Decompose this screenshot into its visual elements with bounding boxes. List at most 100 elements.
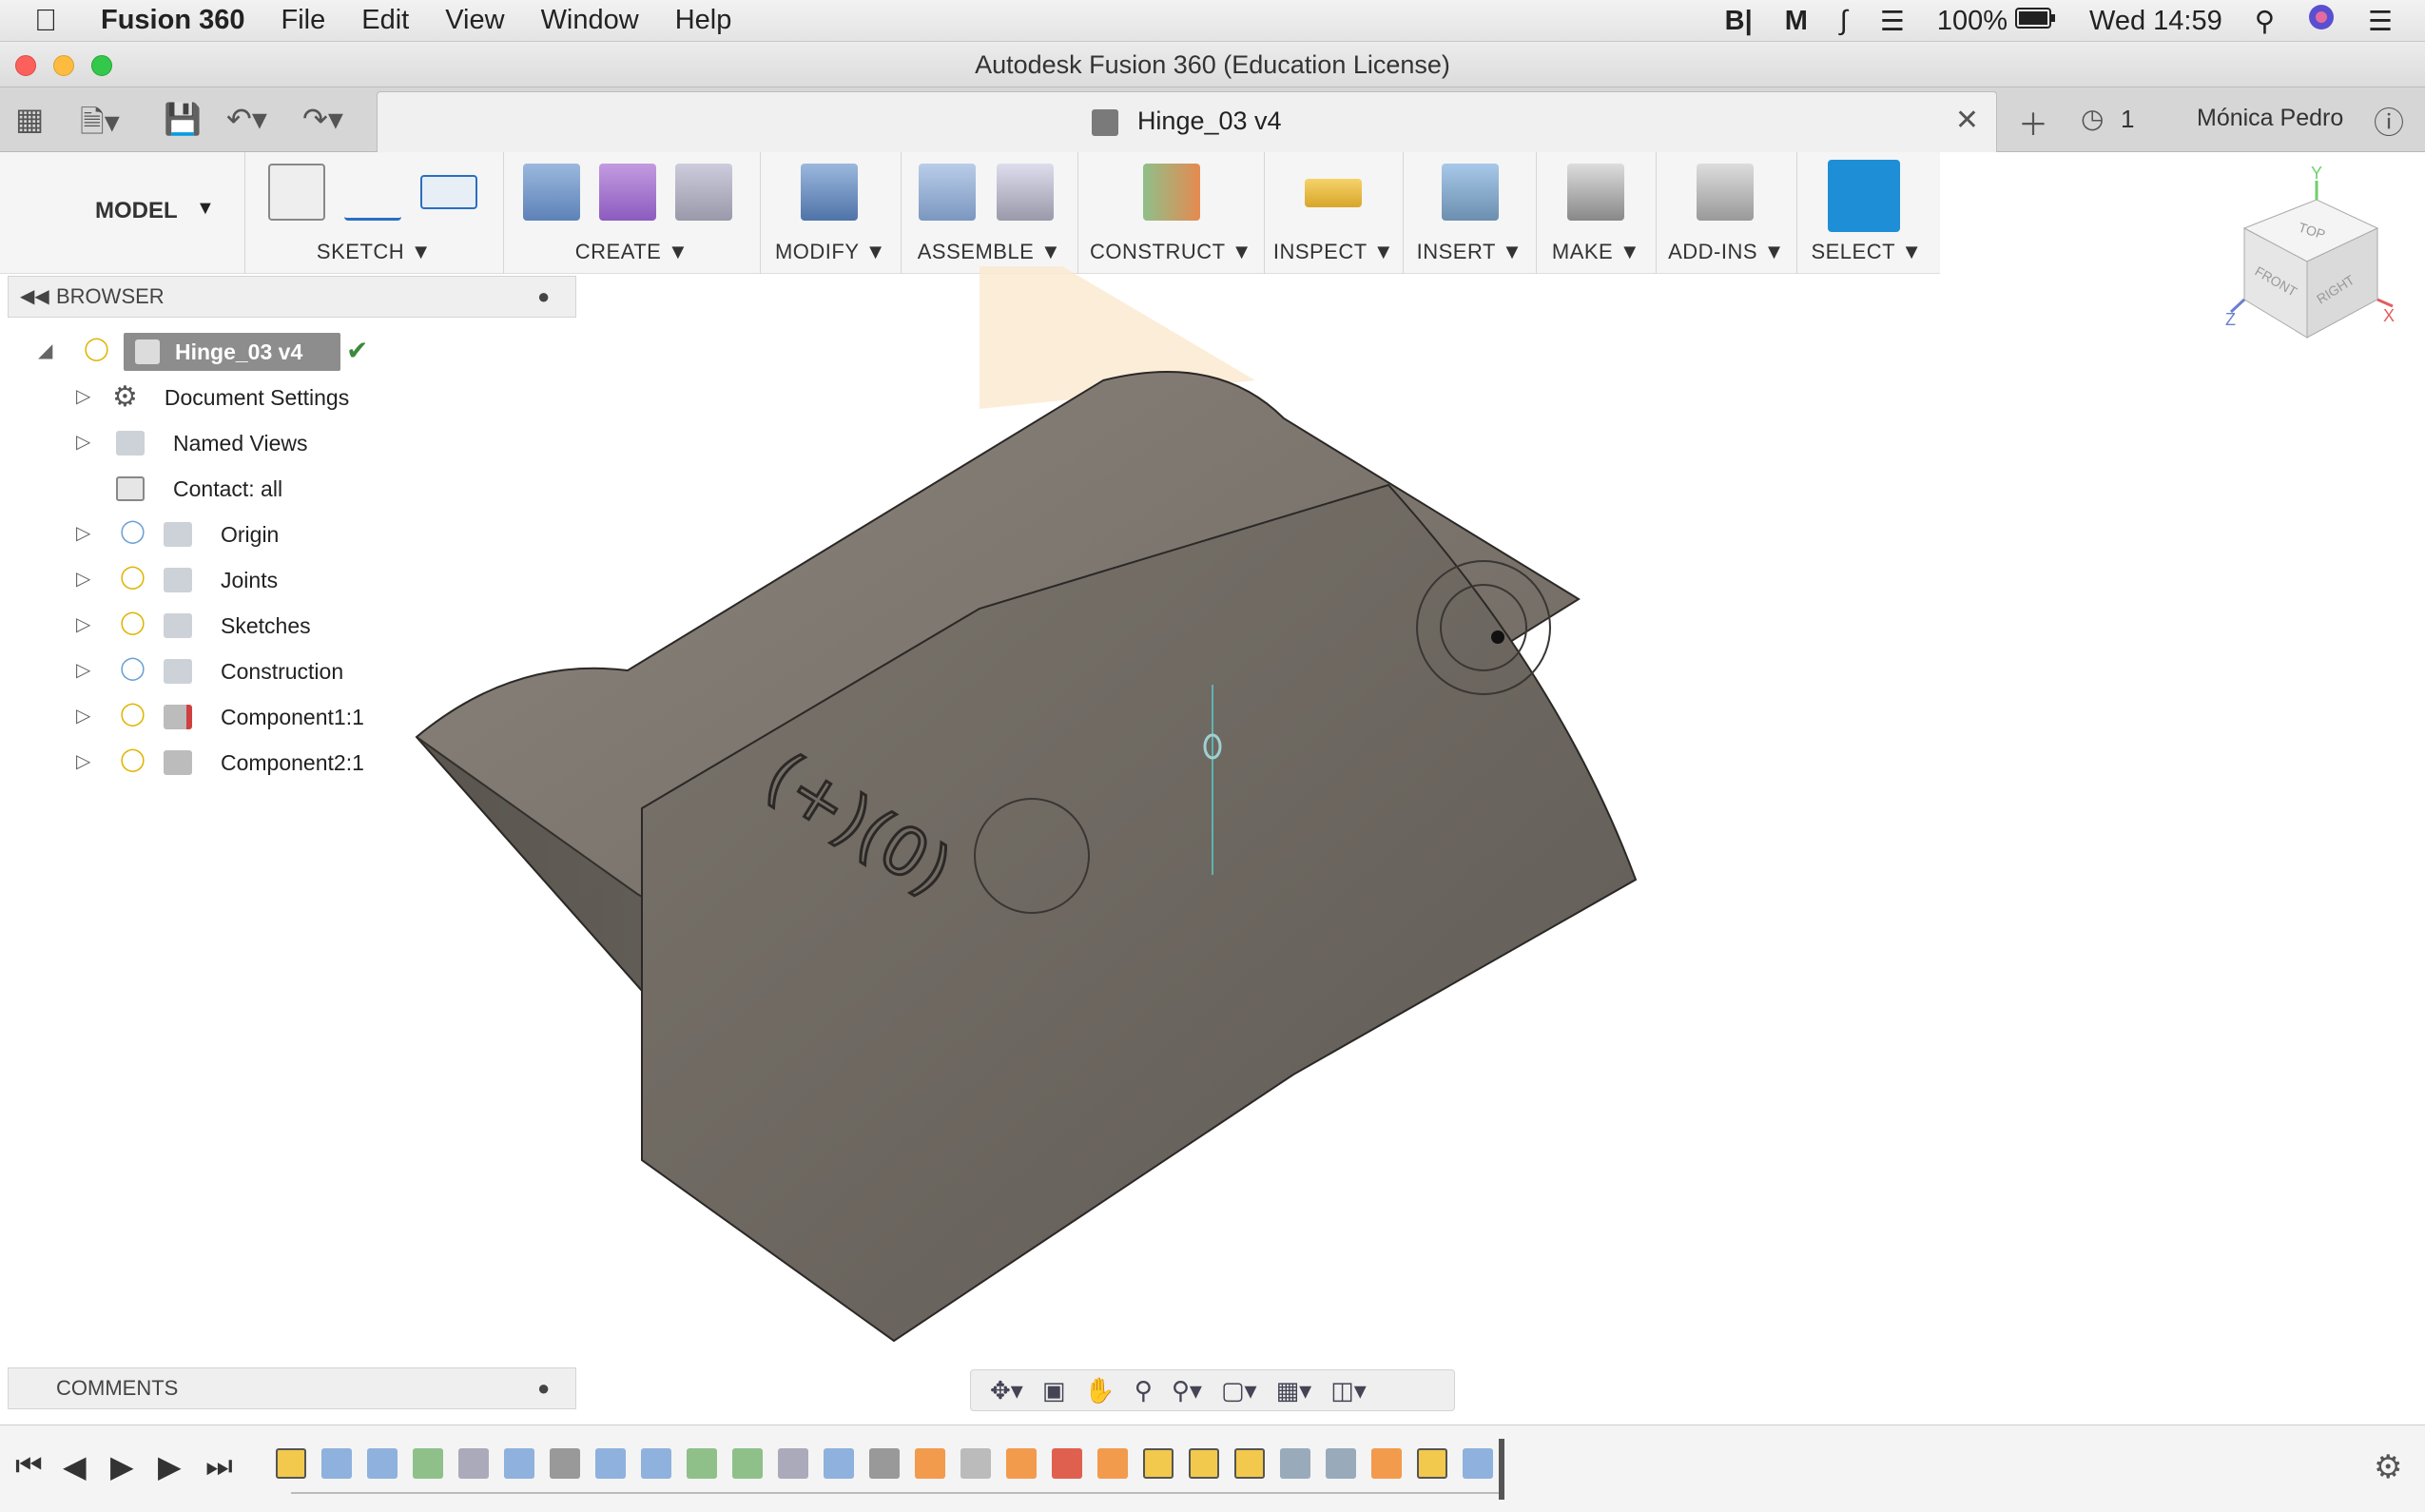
step-forward-icon[interactable]: ▶	[158, 1448, 182, 1484]
expand-origin-icon[interactable]: ▷	[76, 521, 90, 545]
revolve-icon[interactable]	[675, 164, 732, 221]
create-group[interactable]: CREATE ▼	[504, 152, 761, 274]
insert-label[interactable]: INSERT ▼	[1404, 240, 1536, 264]
help-icon[interactable]: ⓘ	[2374, 99, 2404, 143]
sketch-group[interactable]: SKETCH ▼	[245, 152, 504, 274]
rectangle-icon[interactable]	[420, 175, 477, 209]
timeline-marker[interactable]	[1499, 1439, 1504, 1500]
create-sketch-icon[interactable]	[268, 164, 325, 221]
timeline-feature-extrude-icon[interactable]	[367, 1448, 398, 1479]
timeline-feature-combine-icon[interactable]	[504, 1448, 534, 1479]
new-component-icon[interactable]	[919, 164, 976, 221]
battery-icon[interactable]	[2015, 6, 2057, 37]
browser-item-component1[interactable]: Component1:1	[164, 698, 364, 736]
joints-visibility-bulb-icon[interactable]: ◯	[120, 563, 146, 591]
timeline-feature-extrude-icon[interactable]	[321, 1448, 352, 1479]
expand-construction-icon[interactable]: ▷	[76, 658, 90, 682]
menu-help[interactable]: Help	[675, 5, 732, 36]
timeline-feature-plane-icon[interactable]	[732, 1448, 763, 1479]
menu-window[interactable]: Window	[541, 5, 639, 36]
model-viewport[interactable]: (+)(0)	[399, 266, 2054, 1360]
timeline-feature-mirror-icon[interactable]	[458, 1448, 489, 1479]
view-cube[interactable]: Y TOP FRONT RIGHT X Z	[2225, 162, 2396, 352]
pin-point[interactable]	[1491, 630, 1504, 644]
expand-component2-icon[interactable]: ▷	[76, 749, 90, 773]
insert-image-icon[interactable]	[1442, 164, 1499, 221]
bi-icon[interactable]: B|	[1725, 6, 1753, 37]
play-icon[interactable]: ▶	[110, 1448, 134, 1484]
3d-print-icon[interactable]	[1567, 164, 1624, 221]
browser-root-item[interactable]: Hinge_03 v4	[124, 333, 340, 371]
timeline-feature-extrude-icon[interactable]	[595, 1448, 626, 1479]
undo-icon[interactable]: ↶▾	[226, 101, 267, 137]
workspace-label[interactable]: MODEL	[95, 198, 178, 224]
timeline-feature-sketch-icon[interactable]	[1234, 1448, 1265, 1479]
root-visibility-bulb-icon[interactable]: ◯	[84, 335, 109, 362]
workspace-switcher[interactable]: MODEL ▼	[15, 152, 245, 274]
grid-settings-icon[interactable]: ▦▾	[1276, 1376, 1312, 1405]
file-menu-icon[interactable]: 🗎▾	[80, 101, 120, 152]
select-label[interactable]: SELECT ▼	[1797, 240, 1936, 264]
minimize-window-button[interactable]	[53, 55, 74, 76]
insert-group[interactable]: INSERT ▼	[1404, 152, 1537, 274]
timeline-feature-sketch-icon[interactable]	[1417, 1448, 1447, 1479]
modify-group[interactable]: MODIFY ▼	[761, 152, 902, 274]
timeline-feature-ground-icon[interactable]	[1052, 1448, 1082, 1479]
expand-sketches-icon[interactable]: ▷	[76, 612, 90, 636]
job-status-count[interactable]: 1	[2121, 105, 2134, 134]
make-label[interactable]: MAKE ▼	[1537, 240, 1656, 264]
modify-label[interactable]: MODIFY ▼	[761, 240, 901, 264]
pan-icon[interactable]: ✋	[1084, 1376, 1115, 1405]
wifi-icon[interactable]: ☰	[1880, 5, 1905, 38]
step-back-icon[interactable]: ◀	[63, 1448, 87, 1484]
go-to-start-icon[interactable]: ⏮	[15, 1448, 43, 1484]
search-icon[interactable]: ⚲	[2255, 5, 2275, 38]
measure-icon[interactable]	[1305, 179, 1362, 207]
assemble-group[interactable]: ASSEMBLE ▼	[902, 152, 1078, 274]
display-settings-icon[interactable]: ▢▾	[1221, 1376, 1257, 1405]
select-icon[interactable]	[1828, 160, 1900, 232]
scripts-icon[interactable]	[1697, 164, 1754, 221]
timeline-feature-joint-icon[interactable]	[915, 1448, 945, 1479]
expand-joints-icon[interactable]: ▷	[76, 567, 90, 591]
timeline-feature-fillet-icon[interactable]	[1280, 1448, 1310, 1479]
comments-panel-header[interactable]: COMMENTS ●	[8, 1367, 576, 1409]
redo-icon[interactable]: ↷▾	[302, 101, 343, 137]
line-icon[interactable]	[344, 164, 401, 221]
timeline-feature-sketch-icon[interactable]	[276, 1448, 306, 1479]
apple-icon[interactable]: 	[34, 3, 72, 38]
timeline-feature-joint-icon[interactable]	[1006, 1448, 1037, 1479]
joint-icon[interactable]	[997, 164, 1054, 221]
bluetooth-icon[interactable]: ∫	[1840, 6, 1848, 37]
browser-item-joints[interactable]: Joints	[164, 561, 278, 599]
timeline-feature-sketch-icon[interactable]	[1143, 1448, 1174, 1479]
look-at-icon[interactable]: ▣	[1042, 1376, 1066, 1405]
active-check-icon[interactable]: ✔	[346, 335, 368, 366]
timeline-feature-joint-icon[interactable]	[1371, 1448, 1402, 1479]
timeline-feature-sketch-icon[interactable]	[1189, 1448, 1219, 1479]
component1-visibility-bulb-icon[interactable]: ◯	[120, 700, 146, 727]
document-tab[interactable]: Hinge_03 v4 ✕	[377, 91, 1997, 152]
orbit-icon[interactable]: ✥▾	[990, 1376, 1023, 1405]
m-icon[interactable]: M	[1785, 6, 1808, 37]
timeline-feature-combine-icon[interactable]	[824, 1448, 854, 1479]
construction-visibility-bulb-icon[interactable]: ◯	[120, 654, 146, 682]
timeline-feature-extrude-icon[interactable]	[1463, 1448, 1493, 1479]
create-label[interactable]: CREATE ▼	[504, 240, 760, 264]
add-comment-icon[interactable]: ●	[537, 1368, 550, 1408]
select-group[interactable]: SELECT ▼	[1797, 152, 1936, 274]
inspect-group[interactable]: INSPECT ▼	[1265, 152, 1404, 274]
timeline-feature-extrude-icon[interactable]	[641, 1448, 671, 1479]
timeline-feature-joint-icon[interactable]	[960, 1448, 991, 1479]
component2-visibility-bulb-icon[interactable]: ◯	[120, 746, 146, 773]
browser-item-named-views[interactable]: Named Views	[116, 424, 307, 462]
construct-group[interactable]: CONSTRUCT ▼	[1078, 152, 1265, 274]
assemble-label[interactable]: ASSEMBLE ▼	[902, 240, 1077, 264]
construct-label[interactable]: CONSTRUCT ▼	[1078, 240, 1264, 264]
timeline-feature-mirror-icon[interactable]	[778, 1448, 808, 1479]
add-ins-label[interactable]: ADD-INS ▼	[1657, 240, 1796, 264]
menu-edit[interactable]: Edit	[361, 5, 409, 36]
menu-app-name[interactable]: Fusion 360	[101, 5, 245, 36]
menu-view[interactable]: View	[445, 5, 504, 36]
browser-item-origin[interactable]: Origin	[164, 515, 279, 553]
